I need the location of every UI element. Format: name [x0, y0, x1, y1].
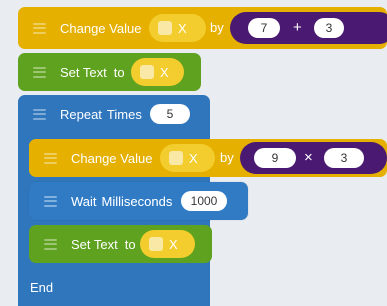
drag-handle-icon[interactable]	[44, 195, 57, 207]
change-value-block[interactable]: Change Value X by 9 × 3	[29, 139, 387, 177]
right-operand[interactable]: 3	[314, 18, 344, 38]
to-label: to	[124, 236, 136, 252]
to-label: to	[113, 64, 125, 80]
wait-label: Wait	[71, 193, 97, 209]
left-operand[interactable]: 7	[248, 18, 280, 38]
variable-chip[interactable]: X	[140, 230, 195, 258]
variable-chip[interactable]: X	[149, 14, 206, 42]
variable-chip[interactable]: X	[160, 144, 215, 172]
plus-operator: +	[293, 19, 302, 36]
right-operand[interactable]: 3	[324, 148, 364, 168]
left-operand[interactable]: 9	[254, 148, 296, 168]
variable-icon	[149, 237, 163, 251]
variable-icon	[158, 21, 172, 35]
drag-handle-icon[interactable]	[33, 22, 46, 34]
wait-duration-input[interactable]: 1000	[181, 191, 227, 211]
drag-handle-icon[interactable]	[33, 66, 46, 78]
variable-icon	[169, 151, 183, 165]
set-text-label: Set Text	[60, 64, 107, 80]
times-label: Times	[106, 106, 142, 122]
math-expression[interactable]: 9 × 3	[240, 142, 387, 174]
drag-handle-icon[interactable]	[33, 108, 46, 120]
by-label: by	[210, 20, 224, 35]
drag-handle-icon[interactable]	[44, 238, 57, 250]
set-text-block[interactable]: Set Text to X	[29, 225, 212, 263]
repeat-label: Repeat	[60, 106, 102, 122]
repeat-count-input[interactable]: 5	[150, 104, 190, 124]
change-value-block[interactable]: Change Value X by 7 + 3	[18, 7, 387, 49]
variable-icon	[140, 65, 154, 79]
end-label: End	[30, 280, 54, 295]
change-value-label: Change Value	[71, 150, 153, 166]
change-value-label: Change Value	[60, 20, 142, 36]
wait-block[interactable]: Wait Milliseconds 1000	[29, 182, 248, 220]
math-expression[interactable]: 7 + 3	[230, 12, 387, 44]
multiply-operator: ×	[304, 149, 313, 166]
end-block: End	[18, 269, 210, 306]
drag-handle-icon[interactable]	[44, 152, 57, 164]
repeat-header: Repeat Times 5	[18, 95, 210, 133]
variable-chip[interactable]: X	[131, 58, 184, 86]
set-text-block[interactable]: Set Text to X	[18, 53, 201, 91]
milliseconds-label: Milliseconds	[101, 193, 173, 209]
set-text-label: Set Text	[71, 236, 118, 252]
by-label: by	[220, 150, 234, 165]
